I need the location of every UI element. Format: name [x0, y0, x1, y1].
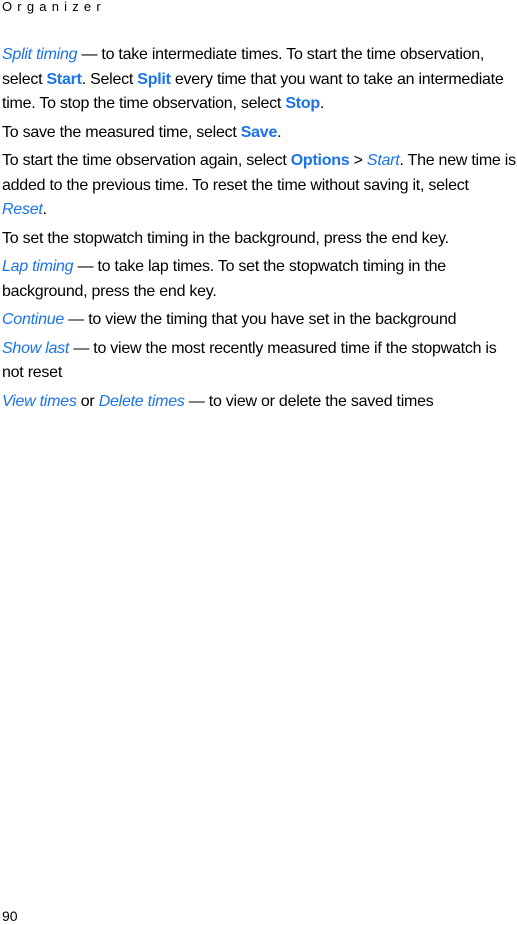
- key-start: Start: [46, 70, 82, 88]
- paragraph-view-delete-times: View times or Delete times — to view or …: [2, 390, 517, 415]
- text: .: [319, 95, 325, 112]
- term-continue: Continue: [2, 311, 65, 328]
- paragraph-save: To save the measured time, select Save.: [2, 121, 517, 146]
- key-stop: Stop: [285, 95, 320, 112]
- term-view-times: View times: [2, 392, 77, 410]
- text: To save the measured time, select: [2, 123, 241, 141]
- text: .: [277, 123, 282, 141]
- paragraph-background: To set the stopwatch timing in the backg…: [2, 227, 517, 252]
- term-show-last: Show last: [2, 339, 70, 357]
- key-split: Split: [137, 70, 171, 88]
- key-save: Save: [240, 123, 278, 141]
- text: To set the stopwatch timing in the backg…: [2, 229, 449, 247]
- page-content: Split timing — to take intermediate time…: [2, 43, 517, 418]
- text: . Select: [81, 70, 138, 88]
- page-number: 90: [2, 908, 18, 924]
- paragraph-show-last: Show last — to view the most recently me…: [2, 337, 517, 386]
- text: or: [76, 392, 99, 410]
- paragraph-continue: Continue — to view the timing that you h…: [2, 308, 517, 333]
- key-options: Options: [290, 152, 350, 169]
- paragraph-split-timing: Split timing — to take intermediate time…: [2, 43, 517, 117]
- term-split-timing: Split timing: [2, 46, 78, 63]
- text: — to view or delete the saved times: [184, 392, 434, 410]
- text: — to view the most recently measured tim…: [2, 339, 497, 382]
- text: To start the time observation again, sel…: [2, 152, 291, 169]
- text: >: [349, 152, 367, 169]
- section-header: Organizer: [2, 0, 106, 14]
- term-delete-times: Delete times: [98, 392, 185, 410]
- paragraph-restart: To start the time observation again, sel…: [2, 149, 517, 223]
- text: — to view the timing that you have set i…: [64, 311, 457, 328]
- term-lap-timing: Lap timing: [2, 258, 74, 275]
- text: .: [42, 201, 47, 218]
- term-reset: Reset: [2, 201, 43, 218]
- paragraph-lap-timing: Lap timing — to take lap times. To set t…: [2, 255, 517, 304]
- term-start: Start: [366, 152, 400, 169]
